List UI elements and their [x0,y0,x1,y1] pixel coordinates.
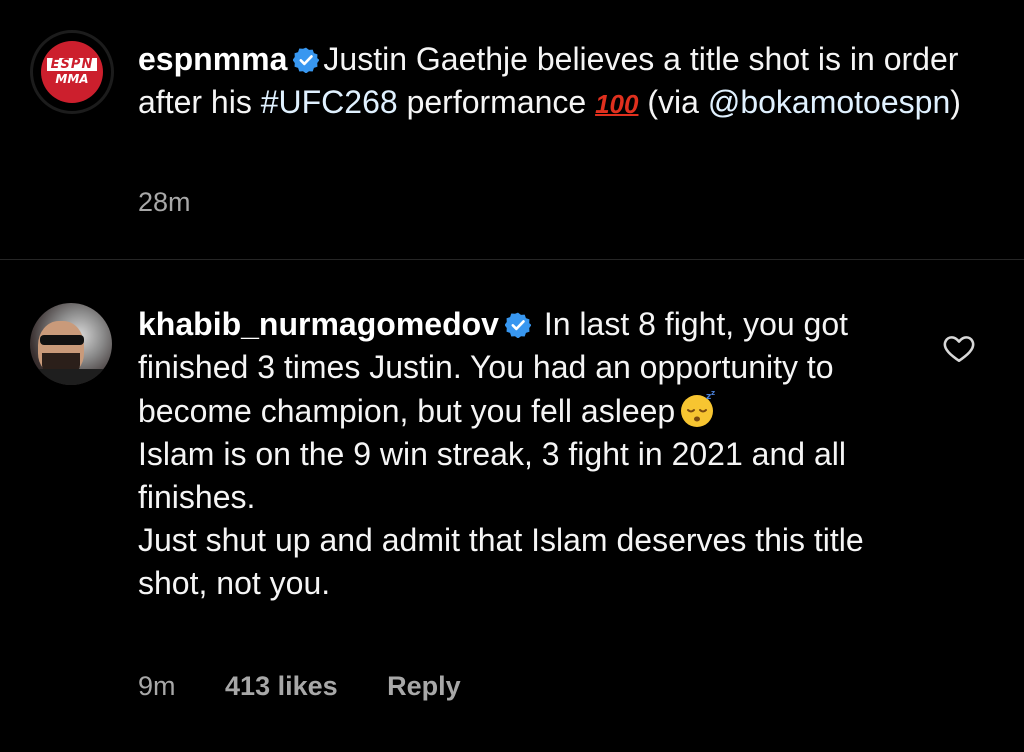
verified-badge-icon [504,312,531,338]
reply-button[interactable]: Reply [387,671,461,701]
espnmma-avatar[interactable]: ESPN MMA [30,30,114,114]
comment-line-2: Islam is on the 9 win streak, 3 fight in… [138,436,846,515]
khabib-avatar[interactable] [30,303,112,385]
comment-timestamp: 9m [138,671,176,701]
comment-line-3: Just shut up and admit that Islam deserv… [138,522,864,601]
logo-espn-text: ESPN [46,58,98,71]
caption-text: espnmma Justin Gaethje believes a title s… [138,38,998,126]
heart-outline-icon[interactable] [942,331,976,365]
caption-body-mid: performance [397,84,596,120]
sleeping-face-emoji: zz [681,389,715,427]
espn-mma-logo: ESPN MMA [41,41,103,103]
avatar-shirt [30,369,112,385]
caption-hashtag[interactable]: #UFC268 [261,84,398,120]
caption-via: (via [638,84,708,120]
comment-item: khabib_nurmagomedov In last 8 fight, you… [0,261,1024,752]
caption-end: ) [950,84,961,120]
comment-text: khabib_nurmagomedov In last 8 fight, you… [138,303,918,605]
hundred-points-emoji: 100 [595,89,639,119]
divider [0,259,1024,260]
logo-mma-text: MMA [55,72,89,86]
comment-meta: 9m 413 likes Reply [138,671,503,702]
comment-username[interactable]: khabib_nurmagomedov [138,306,499,342]
avatar-sunglasses [40,335,84,345]
caption-timestamp: 28m [138,187,191,217]
caption-mention[interactable]: @bokamotoespn [708,84,950,120]
caption-username[interactable]: espnmma [138,41,287,77]
verified-badge-icon [293,47,320,73]
caption-meta: 28m [138,187,233,218]
post-caption: ESPN MMA espnmma Justin Gaethje believes … [0,0,1024,258]
comment-likes[interactable]: 413 likes [225,671,338,701]
svg-text:z: z [711,389,715,397]
